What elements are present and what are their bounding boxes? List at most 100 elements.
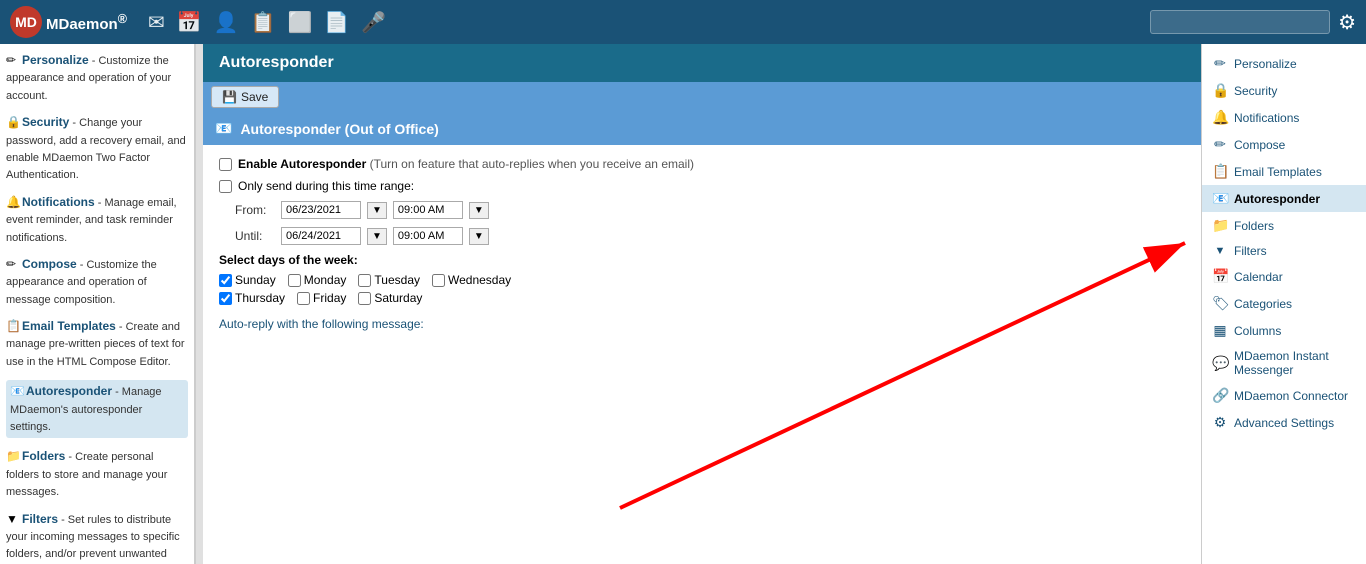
right-email-templates-icon: 📋 [1212, 163, 1228, 180]
right-autoresponder-icon: 📧 [1212, 190, 1228, 207]
until-date-dropdown[interactable]: ▼ [367, 228, 387, 245]
right-item-compose[interactable]: ✏ Compose [1202, 131, 1366, 158]
day-wednesday[interactable]: Wednesday [432, 273, 511, 287]
right-security-icon: 🔒 [1212, 82, 1228, 99]
enable-autoresponder-row: Enable Autoresponder (Turn on feature th… [219, 157, 1185, 171]
right-columns-icon: ▦ [1212, 322, 1228, 339]
section-header: 📧 Autoresponder (Out of Office) [203, 112, 1201, 145]
days-heading: Select days of the week: [219, 253, 1185, 267]
app-logo: MD MDaemon® [10, 6, 140, 38]
top-navigation: MD MDaemon® ✉ 📅 👤 📋 ⬜ 📄 🎤 ⚙ [0, 0, 1366, 44]
right-item-security[interactable]: 🔒 Security [1202, 77, 1366, 104]
day-friday[interactable]: Friday [297, 291, 346, 305]
right-item-mdaemon-im[interactable]: 💬 MDaemon Instant Messenger [1202, 344, 1366, 382]
day-saturday[interactable]: Saturday [358, 291, 422, 305]
day-sunday[interactable]: Sunday [219, 273, 276, 287]
section-icon: 📧 [215, 120, 232, 137]
enable-autoresponder-label: Enable Autoresponder (Turn on feature th… [238, 157, 694, 171]
sidebar-item-filters[interactable]: ▼Filters - Set rules to distribute your … [6, 511, 188, 564]
sidebar-item-autoresponder[interactable]: 📧Autoresponder - Manage MDaemon's autore… [6, 380, 188, 438]
page-header: Autoresponder [203, 44, 1201, 82]
time-range-checkbox[interactable] [219, 180, 232, 193]
nav-docs-icon[interactable]: 📄 [324, 10, 349, 35]
nav-mail-icon[interactable]: ✉ [148, 10, 165, 35]
nav-right-group: ⚙ [1150, 10, 1356, 35]
day-monday[interactable]: Monday [288, 273, 347, 287]
right-mdaemon-connector-icon: 🔗 [1212, 387, 1228, 404]
right-item-email-templates[interactable]: 📋 Email Templates [1202, 158, 1366, 185]
gear-icon[interactable]: ⚙ [1338, 10, 1356, 35]
right-item-autoresponder[interactable]: 📧 Autoresponder [1202, 185, 1366, 212]
until-row: Until: ▼ ▼ [219, 227, 1185, 245]
sidebar-item-compose[interactable]: ✏Compose - Customize the appearance and … [6, 256, 188, 308]
from-time-dropdown[interactable]: ▼ [469, 202, 489, 219]
time-range-label: Only send during this time range: [238, 179, 414, 193]
right-notifications-icon: 🔔 [1212, 109, 1228, 126]
section-title: Autoresponder (Out of Office) [240, 121, 438, 137]
save-icon: 💾 [222, 90, 237, 104]
nav-notes-icon[interactable]: ⬜ [287, 10, 312, 35]
app-name: MDaemon® [46, 12, 127, 33]
right-folders-icon: 📁 [1212, 217, 1228, 234]
from-row: From: ▼ ▼ [219, 201, 1185, 219]
nav-voip-icon[interactable]: 🎤 [361, 10, 386, 35]
right-sidebar: ✏ Personalize 🔒 Security 🔔 Notifications… [1201, 44, 1366, 564]
until-time-dropdown[interactable]: ▼ [469, 228, 489, 245]
right-item-notifications[interactable]: 🔔 Notifications [1202, 104, 1366, 131]
nav-contacts-icon[interactable]: 👤 [214, 10, 239, 35]
time-range-row: Only send during this time range: [219, 179, 1185, 193]
toolbar: 💾 Save [203, 82, 1201, 112]
right-item-mdaemon-connector[interactable]: 🔗 MDaemon Connector [1202, 382, 1366, 409]
sidebar-item-personalize[interactable]: ✏Personalize - Customize the appearance … [6, 52, 188, 104]
content-panel: 📧 Autoresponder (Out of Office) Enable A… [203, 112, 1201, 564]
autoreply-label: Auto-reply with the following message: [219, 317, 1185, 331]
right-item-categories[interactable]: 🏷 Categories [1202, 290, 1366, 317]
nav-icon-group: ✉ 📅 👤 📋 ⬜ 📄 🎤 [148, 10, 1142, 35]
notifications-icon: 🔔 [6, 194, 20, 211]
days-row-1: Sunday Monday Tuesday Wednesday [219, 273, 1185, 287]
search-input[interactable] [1150, 10, 1330, 34]
right-calendar-icon: 📅 [1212, 268, 1228, 285]
save-button[interactable]: 💾 Save [211, 86, 279, 108]
enable-autoresponder-checkbox[interactable] [219, 158, 232, 171]
until-label: Until: [235, 229, 275, 243]
right-compose-icon: ✏ [1212, 136, 1228, 153]
sidebar-item-email-templates[interactable]: 📋Email Templates - Create and manage pre… [6, 318, 188, 370]
right-item-personalize[interactable]: ✏ Personalize [1202, 50, 1366, 77]
autoresponder-icon: 📧 [10, 383, 24, 400]
right-mdaemon-im-icon: 💬 [1212, 355, 1228, 372]
from-date-input[interactable] [281, 201, 361, 219]
right-item-folders[interactable]: 📁 Folders [1202, 212, 1366, 239]
email-templates-icon: 📋 [6, 318, 20, 335]
personalize-icon: ✏ [6, 52, 20, 69]
nav-calendar-icon[interactable]: 📅 [177, 10, 202, 35]
from-date-dropdown[interactable]: ▼ [367, 202, 387, 219]
left-scrollbar[interactable] [195, 44, 203, 564]
day-tuesday[interactable]: Tuesday [358, 273, 420, 287]
compose-icon: ✏ [6, 256, 20, 273]
folders-icon: 📁 [6, 448, 20, 465]
right-personalize-icon: ✏ [1212, 55, 1228, 72]
left-sidebar: ✏Personalize - Customize the appearance … [0, 44, 195, 564]
content-area: Autoresponder 💾 Save 📧 Autoresponder (Ou… [203, 44, 1201, 564]
sidebar-item-notifications[interactable]: 🔔Notifications - Manage email, event rem… [6, 194, 188, 246]
main-wrapper: ✏Personalize - Customize the appearance … [0, 44, 1366, 564]
right-categories-icon: 🏷 [1212, 295, 1228, 312]
form-area: Enable Autoresponder (Turn on feature th… [203, 145, 1201, 349]
right-item-calendar[interactable]: 📅 Calendar [1202, 263, 1366, 290]
right-item-filters[interactable]: ▼ Filters [1202, 239, 1366, 263]
logo-icon: MD [10, 6, 42, 38]
right-item-advanced-settings[interactable]: ⚙ Advanced Settings [1202, 409, 1366, 436]
until-date-input[interactable] [281, 227, 361, 245]
right-advanced-settings-icon: ⚙ [1212, 414, 1228, 431]
sidebar-item-security[interactable]: 🔒Security - Change your password, add a … [6, 114, 188, 184]
nav-tasks-icon[interactable]: 📋 [251, 10, 276, 35]
day-thursday[interactable]: Thursday [219, 291, 285, 305]
security-icon: 🔒 [6, 114, 20, 131]
from-time-input[interactable] [393, 201, 463, 219]
from-label: From: [235, 203, 275, 217]
until-time-input[interactable] [393, 227, 463, 245]
sidebar-item-folders[interactable]: 📁Folders - Create personal folders to st… [6, 448, 188, 500]
filters-icon: ▼ [6, 511, 20, 528]
right-item-columns[interactable]: ▦ Columns [1202, 317, 1366, 344]
